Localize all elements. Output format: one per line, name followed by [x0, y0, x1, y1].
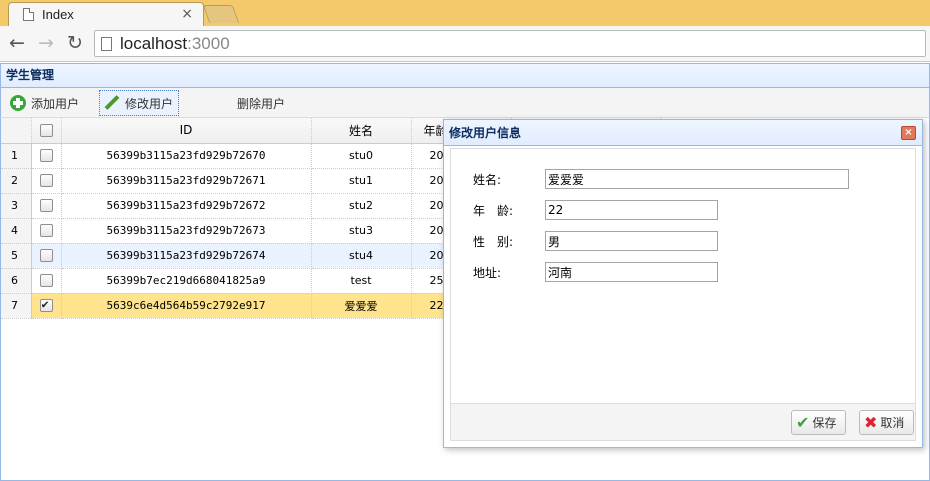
cancel-button[interactable]: ✖ 取消: [859, 410, 914, 435]
dialog-footer: ✔ 保存 ✖ 取消: [450, 404, 916, 441]
age-label: 年 龄:: [473, 203, 514, 218]
close-icon[interactable]: ×: [901, 126, 916, 140]
row-checkbox-cell[interactable]: [31, 143, 62, 169]
row-number-cell: 7: [1, 293, 32, 319]
name-cell: stu3: [311, 218, 412, 244]
dialog-header: 修改用户信息 ×: [444, 120, 922, 146]
id-cell: 56399b3115a23fd929b72673: [61, 218, 312, 244]
name-field[interactable]: [545, 169, 849, 189]
forward-arrow-icon[interactable]: →: [35, 32, 57, 54]
tab-close-icon[interactable]: ×: [181, 6, 193, 22]
address-label: 地址:: [473, 265, 502, 280]
delete-user-button[interactable]: 删除用户: [217, 90, 289, 116]
row-checkbox-cell[interactable]: [31, 243, 62, 269]
row-checkbox-cell[interactable]: [31, 268, 62, 294]
row-number-cell: 6: [1, 268, 32, 294]
name-label: 姓名:: [473, 172, 502, 187]
cancel-label: 取消: [880, 416, 905, 430]
page-icon: [101, 36, 112, 51]
name-cell: stu4: [311, 243, 412, 269]
cancel-x-icon: ✖: [864, 413, 878, 432]
row-checkbox[interactable]: [39, 297, 53, 313]
id-cell: 5639c6e4d564b59c2792e917: [61, 293, 312, 319]
browser-tabstrip: Index ×: [0, 0, 930, 26]
name-cell: stu0: [311, 143, 412, 169]
row-number-header: [1, 118, 32, 144]
select-all-checkbox-cell[interactable]: [31, 118, 62, 144]
id-cell: 56399b3115a23fd929b72674: [61, 243, 312, 269]
panel-title: 学生管理: [0, 63, 930, 88]
url-port: :3000: [187, 33, 230, 53]
gender-field[interactable]: [545, 231, 718, 251]
row-checkbox-cell[interactable]: [31, 218, 62, 244]
add-user-label: 添加用户: [31, 96, 80, 111]
dialog-title: 修改用户信息: [449, 126, 522, 140]
gender-label: 性 别:: [473, 234, 514, 249]
delete-user-label: 删除用户: [237, 96, 286, 111]
delete-icon: [221, 95, 237, 111]
id-cell: 56399b3115a23fd929b72672: [61, 193, 312, 219]
row-checkbox[interactable]: [39, 174, 53, 188]
grid-toolbar: 添加用户 修改用户 删除用户: [0, 88, 930, 118]
row-checkbox[interactable]: [39, 224, 53, 238]
reload-icon[interactable]: ↻: [64, 32, 86, 54]
new-tab-button[interactable]: [202, 5, 240, 23]
row-number-cell: 2: [1, 168, 32, 194]
url-host: localhost: [120, 33, 188, 53]
name-cell: stu1: [311, 168, 412, 194]
address-row: 地址:: [473, 262, 718, 282]
edit-user-label: 修改用户: [125, 96, 174, 111]
age-row: 年 龄:: [473, 200, 718, 220]
row-checkbox[interactable]: [39, 199, 53, 213]
column-header-id[interactable]: ID: [61, 118, 312, 144]
row-checkbox[interactable]: [39, 149, 53, 163]
add-user-button[interactable]: 添加用户: [6, 90, 83, 116]
gender-row: 性 别:: [473, 231, 718, 251]
row-number-cell: 5: [1, 243, 32, 269]
name-row: 姓名:: [473, 169, 849, 189]
row-checkbox[interactable]: [39, 274, 53, 288]
select-all-checkbox[interactable]: [39, 124, 53, 138]
edit-user-button[interactable]: 修改用户: [99, 90, 179, 116]
page-icon: [23, 8, 34, 21]
row-number-cell: 3: [1, 193, 32, 219]
address-bar[interactable]: localhost:3000: [94, 30, 926, 57]
dialog-form: 姓名: 年 龄: 性 别: 地址:: [450, 148, 916, 404]
browser-toolbar: ← → ↻ localhost:3000: [0, 26, 930, 62]
address-field[interactable]: [545, 262, 718, 282]
save-label: 保存: [812, 416, 837, 430]
save-button[interactable]: ✔ 保存: [791, 410, 846, 435]
id-cell: 56399b7ec219d668041825a9: [61, 268, 312, 294]
row-number-cell: 4: [1, 218, 32, 244]
pencil-icon: [104, 95, 120, 111]
tab-title: Index: [42, 7, 74, 22]
column-header-name[interactable]: 姓名: [311, 118, 412, 144]
age-field[interactable]: [545, 200, 718, 220]
name-cell: test: [311, 268, 412, 294]
id-cell: 56399b3115a23fd929b72670: [61, 143, 312, 169]
row-checkbox[interactable]: [39, 249, 53, 263]
add-icon: [10, 95, 26, 111]
edit-user-dialog: 修改用户信息 × 姓名: 年 龄: 性 别: 地址: ✔ 保存 ✖ 取消: [443, 119, 923, 448]
back-arrow-icon[interactable]: ←: [6, 32, 28, 54]
row-checkbox-cell[interactable]: [31, 293, 62, 319]
browser-tab[interactable]: Index ×: [8, 2, 204, 26]
name-cell: stu2: [311, 193, 412, 219]
name-cell: 爱爱爱: [311, 293, 412, 319]
checkmark-icon: ✔: [796, 413, 810, 432]
id-cell: 56399b3115a23fd929b72671: [61, 168, 312, 194]
row-checkbox-cell[interactable]: [31, 168, 62, 194]
row-checkbox-cell[interactable]: [31, 193, 62, 219]
row-number-cell: 1: [1, 143, 32, 169]
